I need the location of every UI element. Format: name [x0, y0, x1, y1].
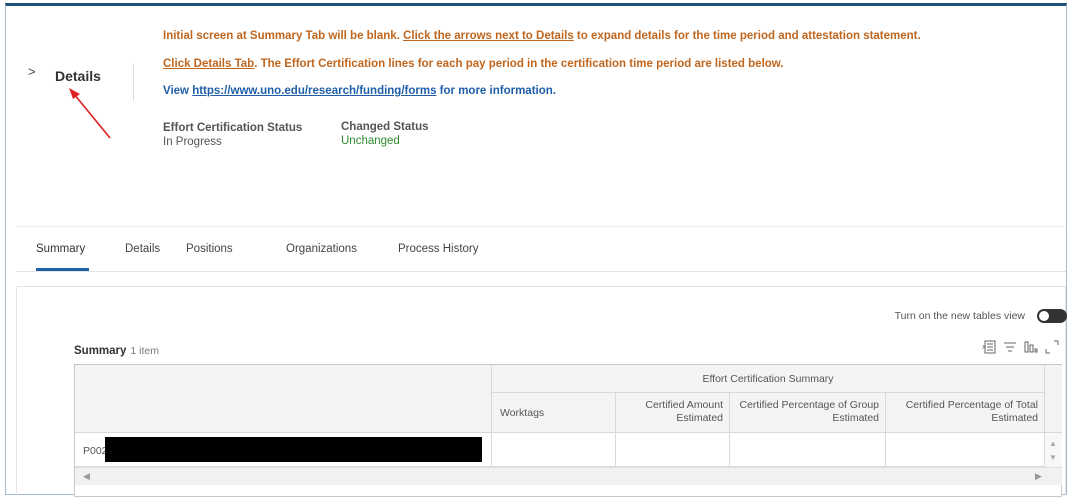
horizontal-scrollbar[interactable]: ◀ ▶ — [75, 467, 1062, 485]
effort-status-label: Effort Certification Status — [163, 122, 303, 134]
redacted-block — [105, 437, 482, 462]
table-header-blank — [75, 365, 492, 433]
chart-icon[interactable] — [1024, 340, 1038, 354]
instruction-text: . The Effort Certification lines for eac… — [254, 58, 784, 70]
fullscreen-icon[interactable] — [1045, 340, 1059, 354]
annotation-arrow-icon — [69, 88, 111, 139]
instruction-line-1: Initial screen at Summary Tab will be bl… — [163, 30, 921, 42]
table-cell — [886, 433, 1045, 467]
instruction-text: Initial screen at Summary Tab will be bl… — [163, 30, 404, 42]
summary-panel: Turn on the new tables view Summary 1 ite… — [16, 286, 1067, 497]
summary-title-text: Summary — [74, 345, 127, 357]
table-cell — [730, 433, 886, 467]
instruction-text: View — [163, 85, 193, 97]
row-id: P002 — [83, 445, 108, 457]
details-heading[interactable]: Details — [55, 68, 101, 84]
tab-organizations[interactable]: Organizations — [286, 243, 357, 255]
column-header-certified-pct-total[interactable]: Certified Percentage of Total Estimated — [886, 393, 1045, 433]
filter-icon[interactable] — [1003, 340, 1017, 354]
tab-summary[interactable]: Summary — [36, 243, 85, 255]
tab-process-history[interactable]: Process History — [398, 243, 479, 255]
summary-count: 1 item — [130, 345, 160, 357]
divider — [133, 63, 134, 101]
instruction-emphasis: Click Details Tab — [163, 58, 255, 70]
summary-table: Effort Certification Summary Worktags Ce… — [74, 364, 1062, 497]
group-header: Effort Certification Summary — [492, 365, 1045, 393]
instruction-text: to expand details for the time period an… — [573, 30, 921, 42]
table-cell — [616, 433, 730, 467]
effort-status-value: In Progress — [163, 136, 222, 148]
table-toolbar: x — [982, 340, 1059, 354]
column-header-certified-pct-group[interactable]: Certified Percentage of Group Estimated — [730, 393, 886, 433]
chevron-right-icon[interactable]: > — [28, 64, 36, 79]
tab-bar: Summary Details Positions Organizations … — [16, 226, 1066, 272]
column-header-worktags[interactable]: Worktags — [492, 393, 616, 433]
vertical-scrollbar[interactable]: ▲ ▼ — [1045, 433, 1062, 467]
table-cell — [492, 433, 616, 467]
scroll-left-icon[interactable]: ◀ — [83, 471, 90, 482]
forms-link[interactable]: https://www.uno.edu/research/funding/for… — [192, 85, 436, 97]
excel-export-icon[interactable]: x — [982, 340, 996, 354]
instruction-line-3: View https://www.uno.edu/research/fundin… — [163, 85, 556, 97]
instruction-line-2: Click Details Tab. The Effort Certificat… — [163, 58, 784, 70]
tables-view-toggle[interactable] — [1037, 309, 1067, 323]
tables-view-toggle-label: Turn on the new tables view — [894, 310, 1025, 322]
tab-details[interactable]: Details — [125, 243, 160, 255]
instruction-emphasis: Click the arrows next to Details — [403, 30, 574, 42]
column-header-certified-amount[interactable]: Certified Amount Estimated — [616, 393, 730, 433]
changed-status-label: Changed Status — [341, 121, 429, 133]
instruction-text: for more information. — [436, 85, 556, 97]
active-tab-indicator — [36, 268, 89, 271]
scroll-up-icon[interactable]: ▲ — [1049, 439, 1057, 448]
changed-status-value: Unchanged — [341, 135, 400, 147]
table-row[interactable]: P002 — [75, 433, 492, 467]
scroll-right-icon[interactable]: ▶ — [1035, 471, 1042, 482]
tab-positions[interactable]: Positions — [186, 243, 233, 255]
svg-text:x: x — [982, 343, 986, 351]
table-header-filler — [1045, 365, 1062, 433]
scroll-down-icon[interactable]: ▼ — [1049, 453, 1057, 462]
summary-title: Summary 1 item — [74, 345, 159, 357]
